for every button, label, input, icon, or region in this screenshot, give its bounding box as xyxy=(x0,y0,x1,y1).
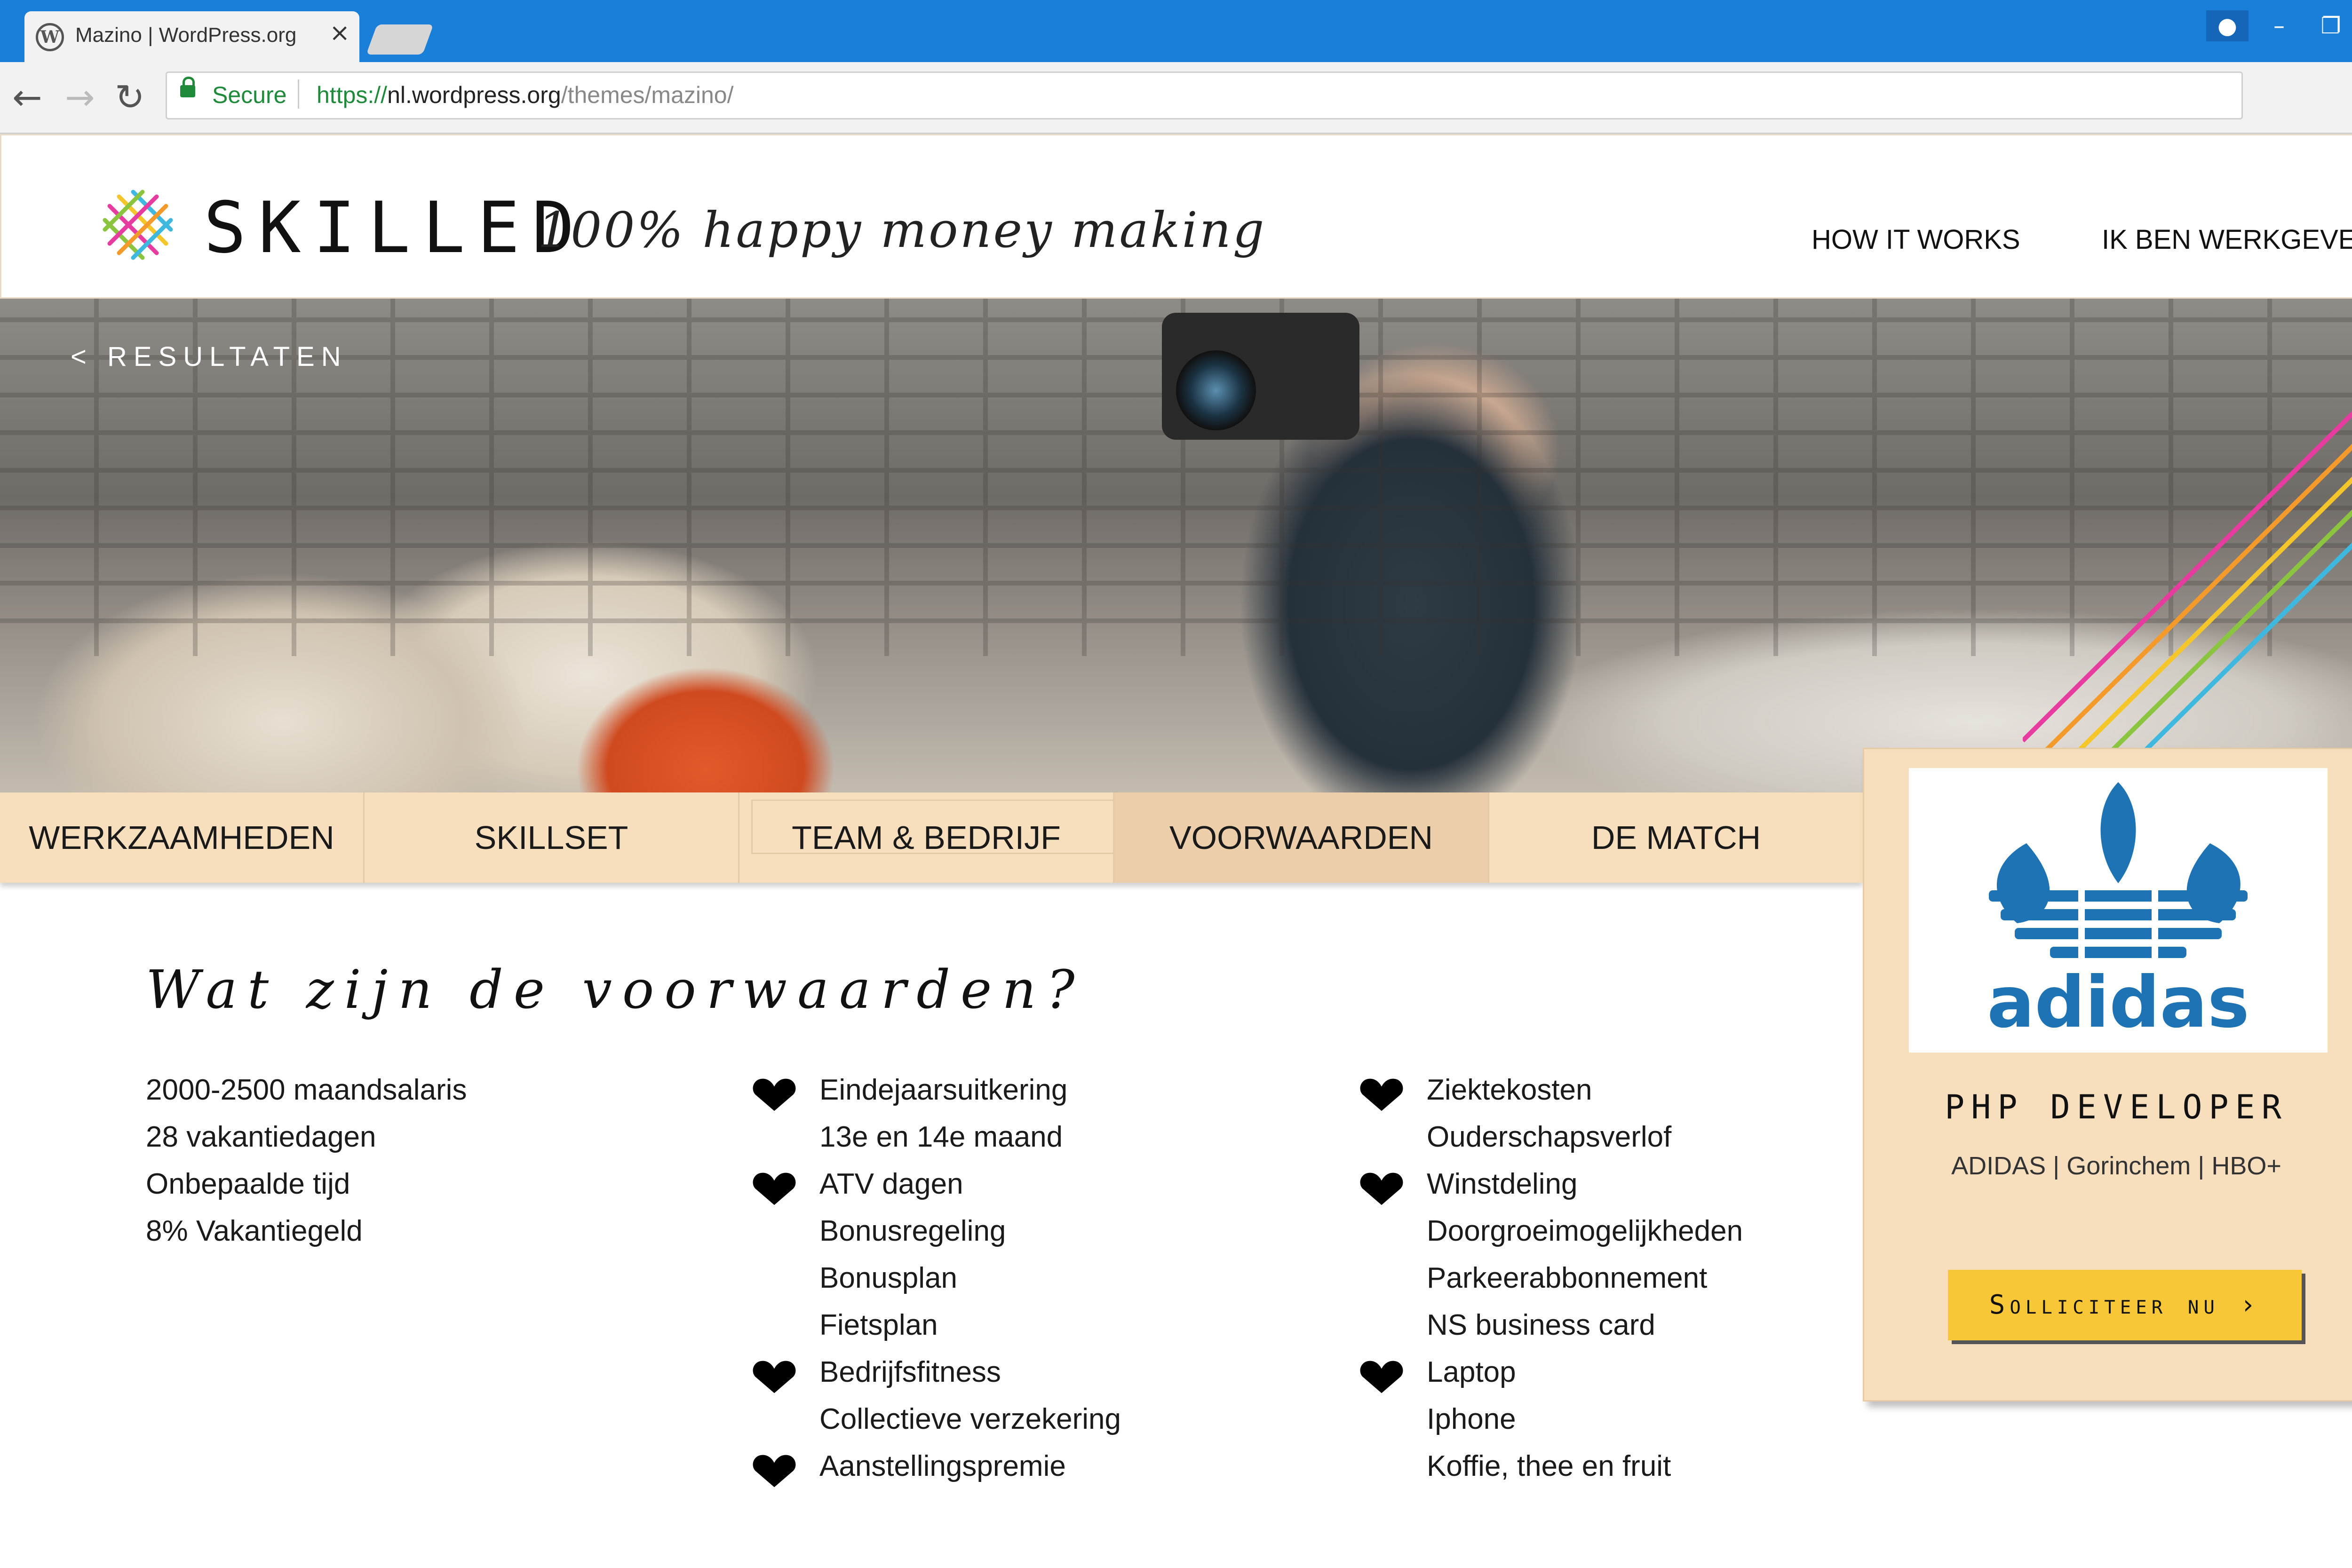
new-tab-button[interactable] xyxy=(366,24,434,55)
list-item-text: Aanstellingspremie xyxy=(819,1450,1066,1482)
hero-image: < RESULTATEN xyxy=(0,299,2352,792)
list-item: 28 vakantiedagen xyxy=(146,1121,376,1153)
list-item-text: Ziektekosten xyxy=(1427,1074,1592,1106)
list-item-text: Bedrijfsfitness xyxy=(819,1356,1001,1388)
forward-arrow-icon[interactable]: → xyxy=(65,76,95,118)
list-item-text: Laptop xyxy=(1427,1356,1516,1388)
url-scheme: https:// xyxy=(317,82,388,108)
heart-icon xyxy=(1360,1078,1403,1111)
tab-werkzaamheden[interactable]: WERKZAAMHEDEN xyxy=(0,792,365,883)
browser-tab[interactable]: W Mazino | WordPress.org × xyxy=(24,11,359,62)
list-item: Bonusregeling xyxy=(819,1215,1006,1247)
list-item: Winstdeling xyxy=(1360,1161,1743,1208)
chevron-right-icon: › xyxy=(2240,1290,2261,1320)
conditions-list-3: Ziektekosten Ouderschapsverlof Winstdeli… xyxy=(1360,1067,1743,1490)
skilled-logo-icon xyxy=(103,190,173,260)
list-item: Ziektekosten xyxy=(1360,1067,1743,1114)
rainbow-stripes-decoration xyxy=(2023,411,2352,792)
tab-skillset[interactable]: SKILLSET xyxy=(365,792,739,883)
site-tagline: 100% happy money making xyxy=(538,201,1266,259)
list-item: Eindejaarsuitkering xyxy=(753,1067,1121,1114)
back-arrow-icon[interactable]: ← xyxy=(12,76,42,118)
conditions-list-1: 2000-2500 maandsalaris 28 vakantiedagen … xyxy=(146,1067,467,1255)
heart-icon xyxy=(753,1455,796,1488)
list-item: Collectieve verzekering xyxy=(819,1403,1121,1435)
nav-how-it-works[interactable]: HOW IT WORKS xyxy=(1812,224,2020,255)
list-item: Onbepaalde tijd xyxy=(146,1168,350,1200)
reload-icon[interactable]: ↻ xyxy=(115,76,145,118)
heart-icon xyxy=(753,1361,796,1394)
browser-titlebar: W Mazino | WordPress.org × ● – ❐ ✕ xyxy=(0,0,2352,62)
list-item: 13e en 14e maand xyxy=(819,1121,1063,1153)
address-bar[interactable]: Secure https://nl.wordpress.org/themes/m… xyxy=(166,71,2243,119)
list-item: ATV dagen xyxy=(753,1161,1121,1208)
list-item-text: ATV dagen xyxy=(819,1168,963,1200)
user-profile-icon[interactable]: ● xyxy=(2206,10,2249,41)
section-tabs: WERKZAAMHEDEN SKILLSET TEAM & BEDRIJF VO… xyxy=(0,792,1863,883)
site-header: SKILLED 100% happy money making HOW IT W… xyxy=(0,134,2352,299)
wordpress-favicon-icon: W xyxy=(36,23,64,51)
list-item: Ouderschapsverlof xyxy=(1427,1121,1672,1153)
list-item-text: Eindejaarsuitkering xyxy=(819,1074,1068,1106)
job-meta: ADIDAS | Gorinchem | HBO+ xyxy=(1951,1152,2281,1180)
conditions-heading: Wat zijn de voorwaarden? xyxy=(146,959,1085,1021)
url-host: nl.wordpress.org xyxy=(387,82,561,108)
list-item: 2000-2500 maandsalaris xyxy=(146,1074,467,1106)
list-item: Fietsplan xyxy=(819,1309,938,1341)
list-item: Doorgroeimogelijkheden xyxy=(1427,1215,1743,1247)
url-text[interactable]: https://nl.wordpress.org/themes/mazino/ xyxy=(317,81,734,109)
list-item: Parkeerabbonnement xyxy=(1427,1262,1708,1294)
list-item: Iphone xyxy=(1427,1403,1516,1435)
nav-ik-ben-werkgever[interactable]: IK BEN WERKGEVER xyxy=(2102,224,2352,255)
list-item: NS business card xyxy=(1427,1309,1655,1341)
heart-icon xyxy=(753,1172,796,1205)
browser-toolbar: ← → ↻ Secure https://nl.wordpress.org/th… xyxy=(0,62,2352,172)
tab-title: Mazino | WordPress.org xyxy=(75,24,297,47)
minimize-button[interactable]: – xyxy=(2253,10,2305,41)
apply-label: Solliciteer nu xyxy=(1989,1290,2219,1320)
list-item: Bonusplan xyxy=(819,1262,958,1294)
job-card: adidas PHP DEVELOPER ADIDAS | Gorinchem … xyxy=(1863,748,2352,1402)
restore-button[interactable]: ❐ xyxy=(2305,10,2352,41)
solliciteer-button[interactable]: Solliciteer nu › xyxy=(1948,1270,2302,1340)
tab-voorwaarden[interactable]: VOORWAARDEN xyxy=(1114,792,1489,883)
adidas-logo: adidas xyxy=(1987,782,2249,1044)
list-item: 8% Vakantiegeld xyxy=(146,1215,363,1247)
list-item: Bedrijfsfitness xyxy=(753,1349,1121,1396)
tab-focus-outline xyxy=(751,800,1119,854)
tab-de-match[interactable]: DE MATCH xyxy=(1489,792,1863,883)
back-to-results-link[interactable]: < RESULTATEN xyxy=(71,341,348,372)
lock-icon xyxy=(180,77,195,97)
tab-team-bedrijf[interactable]: TEAM & BEDRIJF xyxy=(739,792,1119,883)
address-divider xyxy=(298,79,299,109)
tab-close-button[interactable]: × xyxy=(329,19,350,47)
list-item: Koffie, thee en fruit xyxy=(1427,1450,1671,1482)
secure-label: Secure xyxy=(212,82,287,108)
site-logo[interactable]: SKILLED xyxy=(204,187,587,269)
list-item: Aanstellingspremie xyxy=(753,1443,1121,1490)
url-path: /themes/mazino/ xyxy=(561,82,734,108)
conditions-list-2: Eindejaarsuitkering 13e en 14e maand ATV… xyxy=(753,1067,1121,1490)
list-item-text: Winstdeling xyxy=(1427,1168,1578,1200)
heart-icon xyxy=(1360,1172,1403,1205)
heart-icon xyxy=(753,1078,796,1111)
hero-camera xyxy=(1162,313,1359,440)
list-item: Laptop xyxy=(1360,1349,1743,1396)
heart-icon xyxy=(1360,1361,1403,1394)
job-title: PHP DEVELOPER xyxy=(1945,1088,2288,1126)
adidas-logo-text: adidas xyxy=(1987,962,2249,1044)
company-logo: adidas xyxy=(1909,768,2328,1053)
